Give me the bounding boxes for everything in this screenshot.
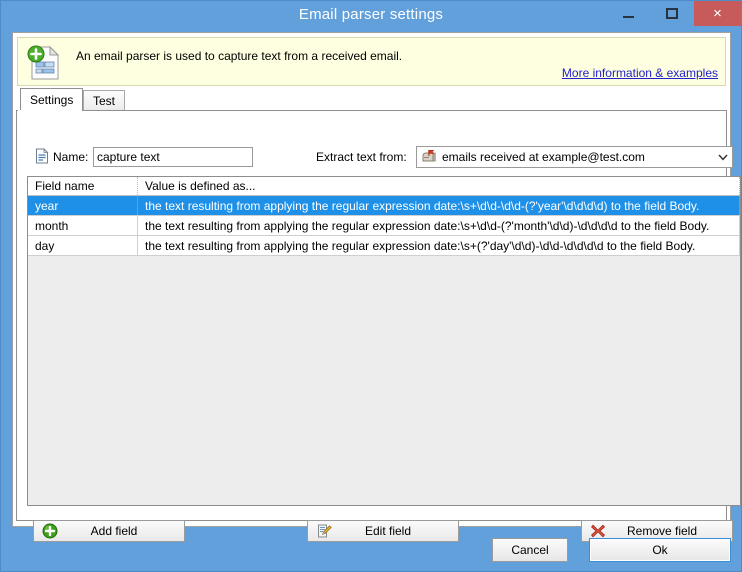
extract-text-from-label: Extract text from: — [316, 150, 407, 164]
close-button[interactable]: × — [694, 1, 741, 26]
cell-field-value: the text resulting from applying the reg… — [138, 196, 740, 215]
green-plus-icon — [42, 523, 58, 539]
tab-test-label: Test — [93, 93, 116, 108]
dialog-client-area: An email parser is used to capture text … — [12, 32, 741, 542]
more-information-link[interactable]: More information & examples — [562, 66, 718, 80]
banner-description: An email parser is used to capture text … — [76, 49, 403, 63]
cancel-button[interactable]: Cancel — [492, 538, 568, 562]
name-label: Name: — [53, 150, 89, 164]
minimize-button[interactable] — [606, 1, 650, 26]
source-dropdown[interactable]: emails received at example@test.com — [416, 146, 733, 168]
red-x-icon — [590, 523, 606, 539]
tab-settings-label: Settings — [30, 93, 74, 107]
column-header-field-name[interactable]: Field name — [28, 177, 138, 195]
window-controls: × — [606, 1, 741, 28]
source-dropdown-value: emails received at example@test.com — [442, 150, 645, 164]
maximize-button[interactable] — [650, 1, 694, 26]
cell-field-name: month — [28, 216, 138, 235]
fields-table[interactable]: Field name Value is defined as... year t… — [27, 176, 741, 506]
mailbox-icon — [421, 149, 437, 165]
remove-field-label: Remove field — [626, 524, 698, 538]
document-icon — [35, 148, 49, 164]
pencil-edit-icon — [316, 523, 332, 539]
tab-bar: Settings Test — [16, 88, 727, 111]
cell-field-value: the text resulting from applying the reg… — [138, 216, 740, 235]
document-add-icon — [26, 44, 62, 82]
cell-field-value: the text resulting from applying the reg… — [138, 236, 740, 255]
column-header-value[interactable]: Value is defined as... — [138, 177, 740, 195]
info-banner: An email parser is used to capture text … — [17, 37, 726, 86]
tab-seam-mask — [18, 110, 79, 111]
add-field-label: Add field — [90, 524, 138, 538]
table-row[interactable]: day the text resulting from applying the… — [28, 236, 740, 256]
window-title: Email parser settings — [298, 6, 444, 23]
chevron-down-icon[interactable] — [714, 154, 732, 161]
cell-field-name: day — [28, 236, 138, 255]
cancel-button-label: Cancel — [511, 543, 549, 557]
table-empty-area[interactable] — [28, 256, 740, 505]
table-body: year the text resulting from applying th… — [28, 196, 740, 256]
name-input[interactable] — [93, 147, 253, 167]
cell-field-name: year — [28, 196, 138, 215]
ok-button-label: Ok — [652, 543, 668, 557]
table-row[interactable]: year the text resulting from applying th… — [28, 196, 740, 216]
add-field-button[interactable]: Add field — [33, 520, 185, 542]
edit-field-label: Edit field — [364, 524, 412, 538]
title-bar: Email parser settings × — [1, 1, 741, 28]
edit-field-button[interactable]: Edit field — [307, 520, 459, 542]
dialog-window: Email parser settings × An email parser … — [0, 0, 742, 572]
tab-test[interactable]: Test — [83, 90, 126, 110]
table-header: Field name Value is defined as... — [28, 177, 740, 196]
minimize-icon — [622, 16, 634, 18]
maximize-icon — [666, 8, 678, 19]
table-row[interactable]: month the text resulting from applying t… — [28, 216, 740, 236]
ok-button[interactable]: Ok — [589, 538, 731, 562]
close-icon: × — [713, 5, 722, 22]
tab-settings[interactable]: Settings — [20, 88, 84, 111]
